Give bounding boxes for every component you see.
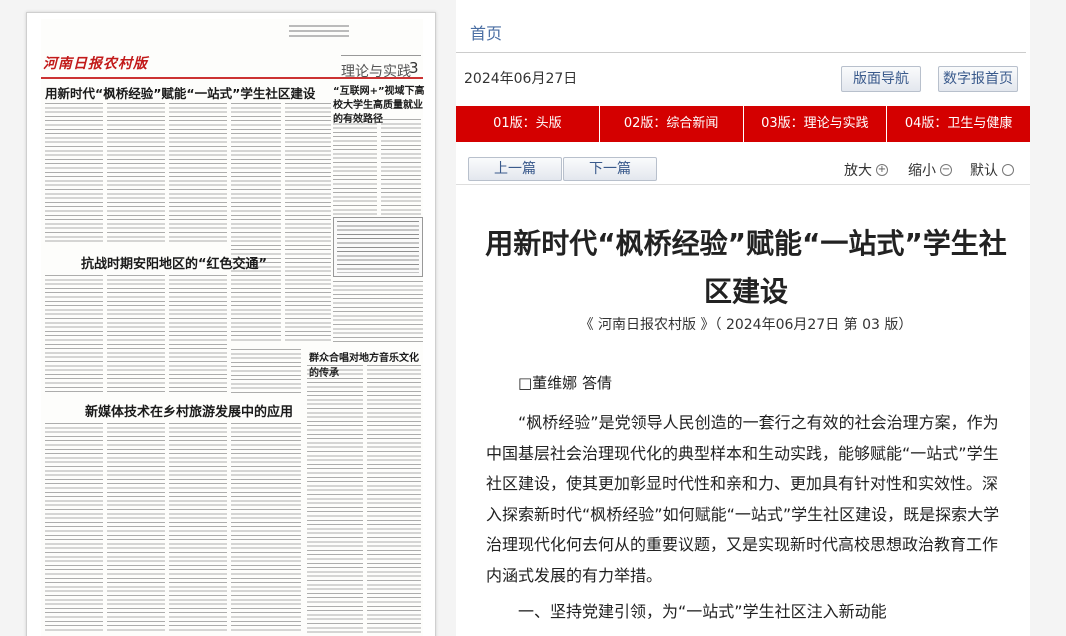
circle-icon bbox=[1002, 164, 1014, 176]
text-column bbox=[107, 275, 165, 395]
plus-circle-icon: + bbox=[876, 164, 888, 176]
newspaper-masthead: 河南日报农村版 理论与实践 3 bbox=[41, 19, 423, 80]
text-column bbox=[307, 365, 363, 633]
text-column bbox=[169, 423, 227, 633]
text-column bbox=[381, 119, 421, 215]
quote-box-text bbox=[337, 221, 419, 273]
minus-circle-icon: − bbox=[940, 164, 952, 176]
text-column bbox=[231, 103, 281, 343]
home-link[interactable]: 首页 bbox=[470, 20, 502, 44]
zoom-in-label: 放大 bbox=[844, 163, 872, 179]
text-column bbox=[285, 103, 331, 343]
newspaper-headline-4[interactable]: 新媒体技术在乡村旅游发展中的应用 bbox=[85, 401, 293, 420]
newspaper-section-name: 理论与实践 bbox=[341, 64, 411, 80]
newspaper-logo: 河南日报农村版 bbox=[43, 56, 148, 72]
zoom-out-button[interactable]: 缩小 − bbox=[908, 160, 952, 180]
text-column bbox=[169, 275, 227, 395]
newspaper-headline-3[interactable]: 抗战时期安阳地区的“红色交通” bbox=[81, 253, 267, 272]
article-title: 用新时代“枫桥经验”赋能“一站式”学生社区建设 bbox=[485, 227, 1007, 308]
zoom-in-button[interactable]: 放大 + bbox=[844, 160, 888, 180]
layout-nav-button[interactable]: 版面导航 bbox=[841, 66, 921, 92]
article-reader: 首页 2024年06月27日 版面导航 数字报首页 01版：头版 02版：综合新… bbox=[456, 0, 1030, 636]
text-column bbox=[333, 119, 377, 215]
zoom-default-label: 默认 bbox=[970, 163, 998, 179]
masthead-dateline bbox=[289, 25, 349, 45]
prev-article-button[interactable]: 上一篇 bbox=[468, 157, 562, 181]
article-source: 《 河南日报农村版 》（ 2024年06月27日 第 03 版） bbox=[579, 317, 913, 333]
text-column bbox=[45, 103, 103, 243]
text-column bbox=[45, 423, 103, 633]
text-column bbox=[231, 423, 301, 633]
newspaper-page: 河南日报农村版 理论与实践 3 用新时代“枫桥经验”赋能“一站式”学生社区建设 … bbox=[41, 19, 425, 636]
section-nav-bar: 01版：头版 02版：综合新闻 03版：理论与实践 04版：卫生与健康 bbox=[456, 106, 1030, 142]
issue-date: 2024年06月27日 bbox=[464, 71, 578, 87]
toolbar-divider bbox=[456, 184, 1030, 185]
newspaper-page-image[interactable]: 河南日报农村版 理论与实践 3 用新时代“枫桥经验”赋能“一站式”学生社区建设 … bbox=[26, 12, 436, 636]
text-column bbox=[107, 423, 165, 633]
scrollbar[interactable] bbox=[1046, 0, 1066, 636]
zoom-out-label: 缩小 bbox=[908, 163, 936, 179]
article-author: □董维娜 答倩 bbox=[518, 374, 612, 392]
next-article-button[interactable]: 下一篇 bbox=[563, 157, 657, 181]
digital-home-button[interactable]: 数字报首页 bbox=[938, 66, 1018, 92]
text-column bbox=[107, 103, 165, 243]
section-tab-02[interactable]: 02版：综合新闻 bbox=[600, 106, 744, 142]
section-tab-03[interactable]: 03版：理论与实践 bbox=[744, 106, 888, 142]
text-column bbox=[231, 349, 301, 395]
text-column bbox=[367, 365, 421, 633]
section-tab-01[interactable]: 01版：头版 bbox=[456, 106, 600, 142]
page: 河南日报农村版 理论与实践 3 用新时代“枫桥经验”赋能“一站式”学生社区建设 … bbox=[0, 0, 1066, 636]
text-column bbox=[333, 281, 423, 343]
article-paragraph: “枫桥经验”是党领导人民创造的一套行之有效的社会治理方案，作为中国基层社会治理现… bbox=[486, 413, 1000, 585]
text-column bbox=[169, 103, 227, 243]
newspaper-page-number: 3 bbox=[409, 59, 419, 77]
header-divider bbox=[456, 52, 1026, 53]
newspaper-headline-1[interactable]: 用新时代“枫桥经验”赋能“一站式”学生社区建设 bbox=[45, 83, 315, 102]
text-column bbox=[45, 275, 103, 395]
zoom-default-button[interactable]: 默认 bbox=[970, 160, 1014, 180]
masthead-divider bbox=[341, 55, 421, 56]
section-tab-04[interactable]: 04版：卫生与健康 bbox=[887, 106, 1030, 142]
article-subheading: 一、坚持党建引领，为“一站式”学生社区注入新动能 bbox=[518, 602, 887, 621]
